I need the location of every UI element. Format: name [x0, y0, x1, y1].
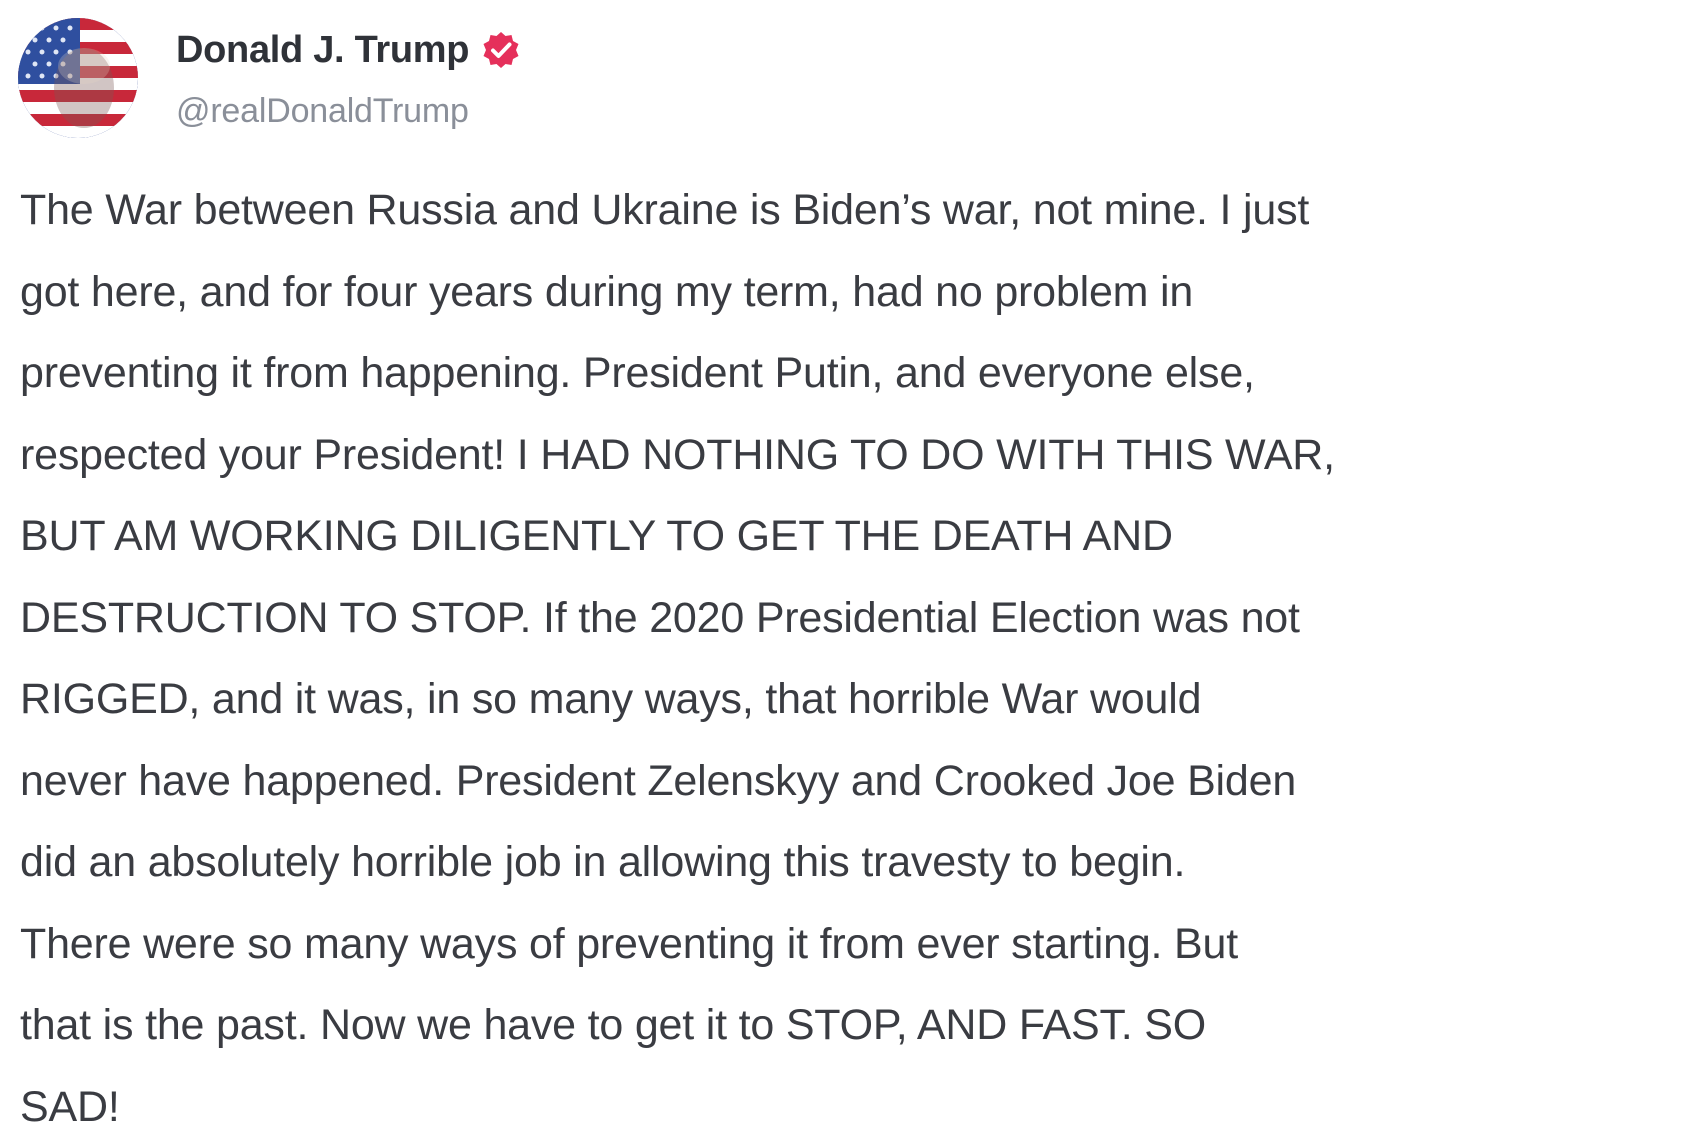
- flag-portrait-avatar-icon: [18, 18, 138, 138]
- post-body-line: preventing it from happening. President …: [20, 333, 1690, 415]
- post-body-line: SAD!: [20, 1067, 1690, 1148]
- post-body: The War between Russia and Ukraine is Bi…: [20, 170, 1690, 1148]
- post-body-line: respected your President! I HAD NOTHING …: [20, 415, 1690, 497]
- post-body-line: DESTRUCTION TO STOP. If the 2020 Preside…: [20, 578, 1690, 660]
- post-body-line: The War between Russia and Ukraine is Bi…: [20, 170, 1690, 252]
- verified-badge-icon: [481, 30, 521, 70]
- post-card: Donald J. Trump @realDonaldTrump The War…: [0, 0, 1706, 1127]
- post-body-line: There were so many ways of preventing it…: [20, 904, 1690, 986]
- display-name[interactable]: Donald J. Trump: [176, 29, 469, 72]
- author-handle[interactable]: @realDonaldTrump: [176, 92, 469, 131]
- avatar[interactable]: [18, 18, 138, 138]
- post-body-line: never have happened. President Zelenskyy…: [20, 741, 1690, 823]
- post-body-line: that is the past. Now we have to get it …: [20, 985, 1690, 1067]
- post-body-line: did an absolutely horrible job in allowi…: [20, 822, 1690, 904]
- post-body-line: BUT AM WORKING DILIGENTLY TO GET THE DEA…: [20, 496, 1690, 578]
- author-name-row: Donald J. Trump: [176, 26, 521, 74]
- post-body-line: got here, and for four years during my t…: [20, 252, 1690, 334]
- post-body-line: RIGGED, and it was, in so many ways, tha…: [20, 659, 1690, 741]
